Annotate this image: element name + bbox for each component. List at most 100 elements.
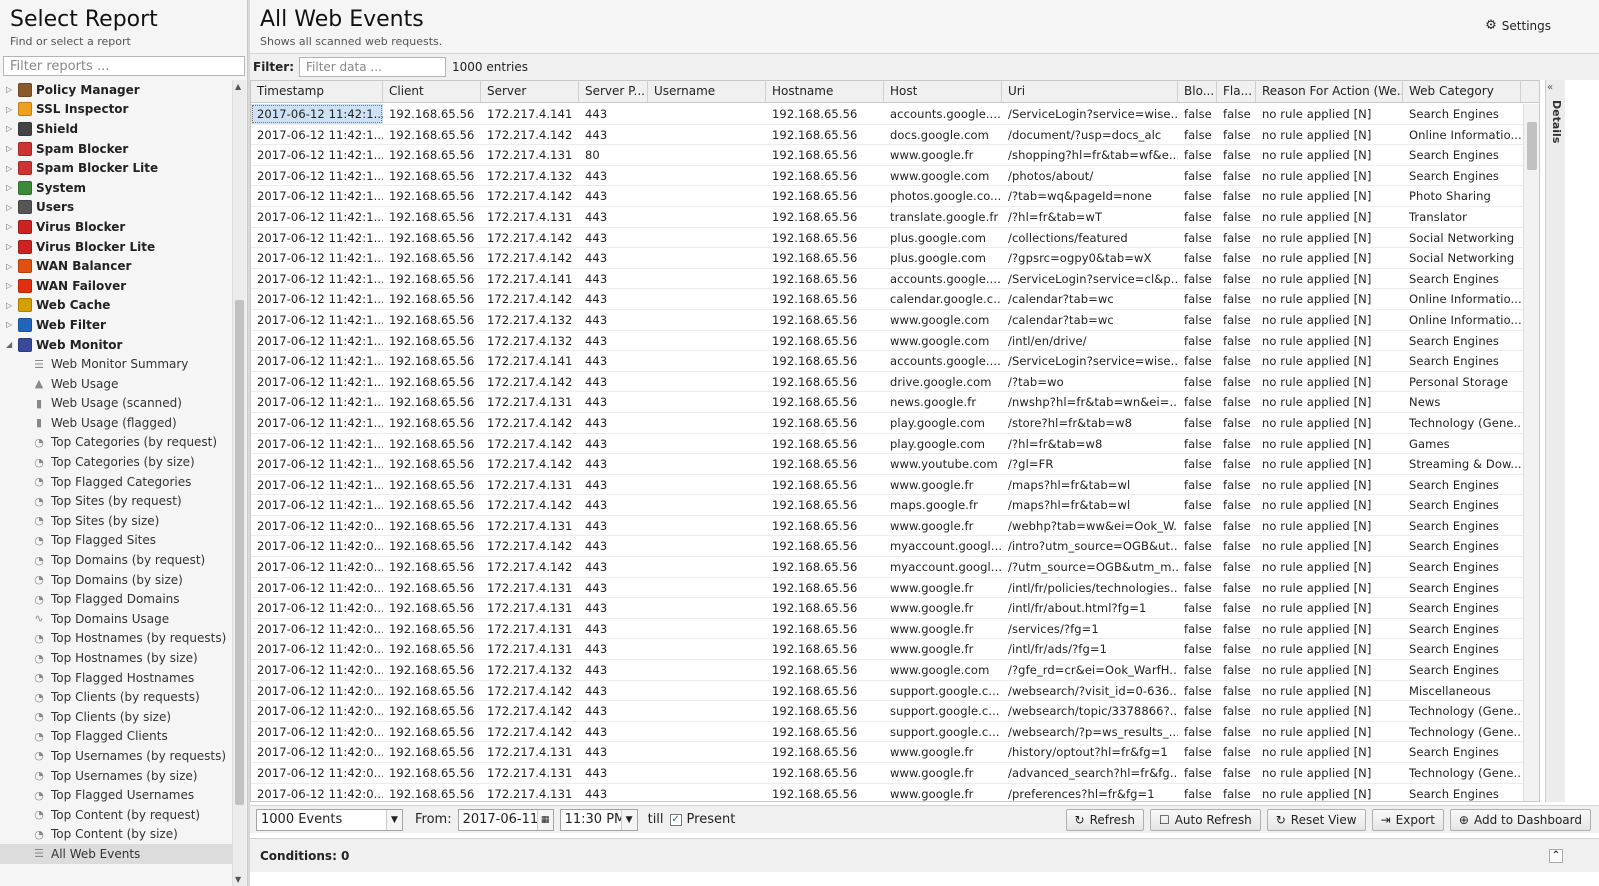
chevron-right-icon[interactable]: ▷ [6,203,16,212]
tree-report-item[interactable]: ◔ Top Flagged Hostnames [0,668,232,688]
chevron-right-icon[interactable]: ▷ [6,164,16,173]
tree-report-item[interactable]: ∿ Top Domains Usage [0,609,232,629]
event-limit-select[interactable]: 1000 Events ▼ [256,808,403,831]
filter-data-input[interactable] [299,57,447,77]
tree-app-item[interactable]: ▷ WAN Failover [0,276,232,296]
tree-report-item[interactable]: ☰ All Web Events [0,844,232,864]
tree-report-item[interactable]: ◔ Top Flagged Categories [0,472,232,492]
grid-scroll-thumb[interactable] [1527,122,1537,170]
tree-report-item[interactable]: ◔ Top Sites (by size) [0,511,232,531]
table-row[interactable]: 2017-06-12 11:42:1... 192.168.65.56 172.21… [251,475,1523,496]
tree-report-item[interactable]: ◔ Top Hostnames (by requests) [0,629,232,649]
tree-report-item[interactable]: ◔ Top Content (by request) [0,805,232,825]
tree-app-item[interactable]: ▷ Spam Blocker Lite [0,158,232,178]
column-header[interactable]: Client [383,81,481,102]
table-row[interactable]: 2017-06-12 11:42:0... 192.168.65.56 172.21… [251,701,1523,722]
tree-report-item[interactable]: ◔ Top Flagged Usernames [0,785,232,805]
table-row[interactable]: 2017-06-12 11:42:0... 192.168.65.56 172.21… [251,763,1523,784]
tree-scroll-thumb[interactable] [235,300,244,805]
table-row[interactable]: 2017-06-12 11:42:0... 192.168.65.56 172.21… [251,516,1523,537]
table-row[interactable]: 2017-06-12 11:42:1... 192.168.65.56 172.21… [251,392,1523,413]
scroll-down-arrow-icon[interactable]: ▼ [235,875,241,884]
tree-report-item[interactable]: ◔ Top Flagged Clients [0,727,232,747]
tree-app-item[interactable]: ▷ Web Filter [0,315,232,335]
column-header[interactable]: Fla... [1217,81,1256,102]
tree-report-item[interactable]: ◔ Top Flagged Domains [0,589,232,609]
chevron-right-icon[interactable]: ▷ [6,124,16,133]
column-header[interactable]: Reason For Action (We... [1256,81,1403,102]
table-row[interactable]: 2017-06-12 11:42:1... 192.168.65.56 172.21… [251,372,1523,393]
from-date-field[interactable]: 2017-06-11 ▦ [457,808,554,831]
tree-app-item[interactable]: ▷ Virus Blocker [0,217,232,237]
table-row[interactable]: 2017-06-12 11:42:1... 192.168.65.56 172.21… [251,454,1523,475]
reset-view-button[interactable]: ↻ Reset View [1266,809,1366,831]
table-row[interactable]: 2017-06-12 11:42:1... 192.168.65.56 172.21… [251,207,1523,228]
table-row[interactable]: 2017-06-12 11:42:1... 192.168.65.56 172.21… [251,495,1523,516]
tree-report-item[interactable]: ◔ Top Domains (by size) [0,570,232,590]
column-header[interactable]: Web Category [1403,81,1521,102]
tree-report-item[interactable]: ◔ Top Hostnames (by size) [0,648,232,668]
table-row[interactable]: 2017-06-12 11:42:0... 192.168.65.56 172.21… [251,742,1523,763]
tree-scrollbar[interactable]: ▲ ▼ [232,80,246,886]
settings-button[interactable]: ⚙ Settings [1485,18,1551,33]
table-row[interactable]: 2017-06-12 11:42:0... 192.168.65.56 172.21… [251,619,1523,640]
table-row[interactable]: 2017-06-12 11:42:1... 192.168.65.56 172.21… [251,125,1523,146]
table-row[interactable]: 2017-06-12 11:42:0... 192.168.65.56 172.21… [251,681,1523,702]
from-time-field[interactable]: 11:30 PM ▼ [559,808,638,831]
column-header[interactable]: Blo... [1178,81,1217,102]
present-checkbox[interactable]: ✓ [669,813,682,826]
tree-report-item[interactable]: ☰ Web Monitor Summary [0,354,232,374]
tree-report-item[interactable]: ◔ Top Flagged Sites [0,531,232,551]
column-header[interactable]: Username [648,81,766,102]
chevron-right-icon[interactable]: ▷ [6,281,16,290]
tree-report-item[interactable]: ▮ Web Usage (flagged) [0,413,232,433]
table-row[interactable]: 2017-06-12 11:42:1... 192.168.65.56 172.21… [251,145,1523,166]
tree-app-item[interactable]: ▷ Spam Blocker [0,139,232,159]
tree-app-item[interactable]: ▷ WAN Balancer [0,256,232,276]
calendar-icon[interactable]: ▦ [536,809,553,830]
tree-report-item[interactable]: ◔ Top Clients (by requests) [0,687,232,707]
table-row[interactable]: 2017-06-12 11:42:1... 192.168.65.56 172.21… [251,310,1523,331]
table-row[interactable]: 2017-06-12 11:42:0... 192.168.65.56 172.21… [251,722,1523,743]
tree-app-item[interactable]: ▷ Virus Blocker Lite [0,237,232,257]
chevron-down-icon[interactable]: ▼ [386,809,402,830]
chevron-down-icon[interactable]: ▼ [620,809,637,830]
tree-app-item[interactable]: ▷ Users [0,198,232,218]
table-row[interactable]: 2017-06-12 11:42:1... 192.168.65.56 172.21… [251,104,1523,125]
chevron-right-icon[interactable]: ▷ [6,105,16,114]
tree-report-item[interactable]: ◔ Top Usernames (by requests) [0,746,232,766]
expand-conditions-icon[interactable]: ⌃ [1549,849,1563,863]
export-button[interactable]: ⇥ Export [1371,809,1444,831]
chevron-right-icon[interactable]: ▷ [6,320,16,329]
table-row[interactable]: 2017-06-12 11:42:1... 192.168.65.56 172.21… [251,166,1523,187]
column-header[interactable]: Uri [1002,81,1178,102]
table-row[interactable]: 2017-06-12 11:42:1... 192.168.65.56 172.21… [251,434,1523,455]
tree-report-item[interactable]: ▮ Web Usage (scanned) [0,394,232,414]
chevron-right-icon[interactable]: ▷ [6,85,16,94]
filter-reports-input[interactable] [3,56,245,76]
tree-report-item[interactable]: ◔ Top Usernames (by size) [0,766,232,786]
table-row[interactable]: 2017-06-12 11:42:1... 192.168.65.56 172.21… [251,269,1523,290]
tree-report-item[interactable]: ◔ Top Content (by size) [0,825,232,845]
table-row[interactable]: 2017-06-12 11:42:1... 192.168.65.56 172.21… [251,228,1523,249]
chevron-right-icon[interactable]: ▷ [6,144,16,153]
table-row[interactable]: 2017-06-12 11:42:0... 192.168.65.56 172.21… [251,598,1523,619]
refresh-button[interactable]: ↻ Refresh [1065,809,1144,831]
tree-report-item[interactable]: ◔ Top Clients (by size) [0,707,232,727]
tree-report-item[interactable]: ◔ Top Domains (by request) [0,550,232,570]
scroll-up-arrow-icon[interactable]: ▲ [235,82,241,91]
tree-report-item[interactable]: ▲ Web Usage [0,374,232,394]
table-row[interactable]: 2017-06-12 11:42:0... 192.168.65.56 172.21… [251,536,1523,558]
column-header[interactable]: Server [481,81,579,102]
table-row[interactable]: 2017-06-12 11:42:1... 192.168.65.56 172.21… [251,186,1523,207]
column-header[interactable]: Timestamp [251,81,383,102]
chevron-right-icon[interactable]: ▷ [6,262,16,271]
table-row[interactable]: 2017-06-12 11:42:1... 192.168.65.56 172.21… [251,289,1523,310]
expand-details-icon[interactable]: « [1547,82,1553,93]
tree-report-item[interactable]: ◔ Top Categories (by size) [0,452,232,472]
add-to-dashboard-button[interactable]: ⊕ Add to Dashboard [1449,809,1591,831]
column-header[interactable]: Host [884,81,1002,102]
table-row[interactable]: 2017-06-12 11:42:1... 192.168.65.56 172.21… [251,331,1523,352]
column-header[interactable]: Server P... [579,81,648,102]
table-row[interactable]: 2017-06-12 11:42:1... 192.168.65.56 172.21… [251,248,1523,269]
